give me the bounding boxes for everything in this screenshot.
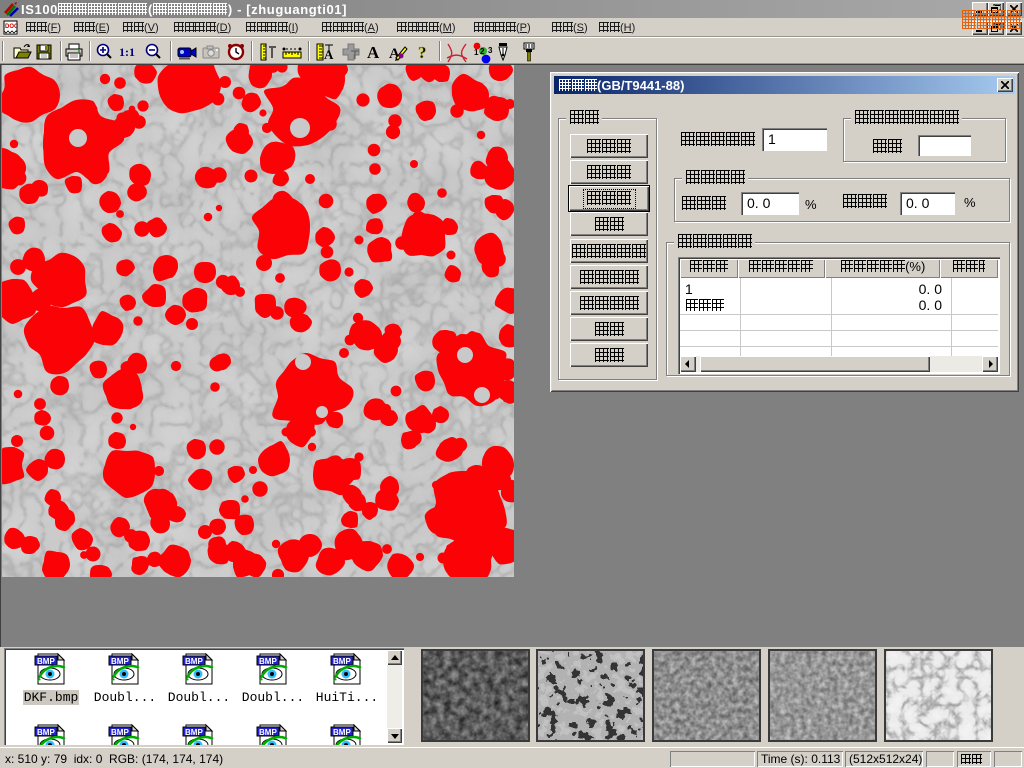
svg-text:BMP: BMP: [259, 657, 277, 666]
svg-text:?: ?: [418, 43, 427, 62]
svg-text:BMP: BMP: [37, 657, 55, 666]
svg-text:BMP: BMP: [111, 657, 129, 666]
svg-text:1: 1: [474, 48, 479, 57]
svg-text:BMP: BMP: [333, 728, 351, 737]
svg-text:BMP: BMP: [185, 657, 203, 666]
svg-text:BMP: BMP: [259, 728, 277, 737]
svg-text:3: 3: [488, 46, 493, 55]
svg-text:2: 2: [480, 47, 485, 56]
svg-text:1:1: 1:1: [119, 45, 135, 59]
svg-text:BMP: BMP: [111, 728, 129, 737]
svg-text:DOC: DOC: [5, 24, 19, 30]
svg-text:A: A: [367, 43, 380, 62]
svg-text:BMP: BMP: [185, 728, 203, 737]
svg-text:BMP: BMP: [333, 657, 351, 666]
svg-text:BMP: BMP: [37, 728, 55, 737]
